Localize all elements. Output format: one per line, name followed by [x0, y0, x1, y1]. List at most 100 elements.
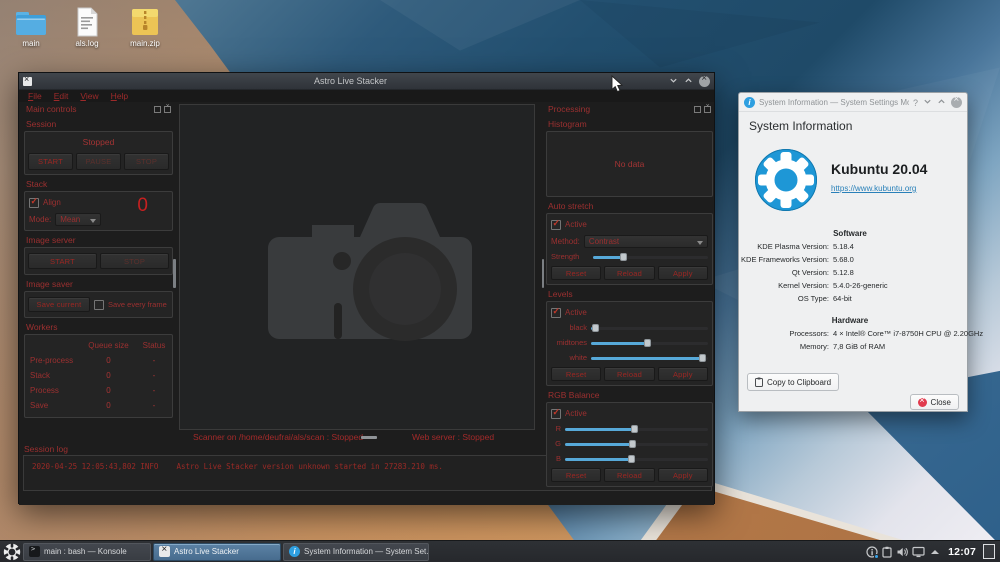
close-icon[interactable] — [699, 76, 710, 87]
info-value: 4 × Intel® Core™ i7-8750H CPU @ 2.20GHz — [833, 327, 983, 340]
mode-select[interactable]: Mean — [55, 213, 101, 226]
midtones-slider[interactable] — [591, 337, 708, 349]
apply-button[interactable]: Apply — [658, 266, 708, 280]
worker-row-queue: 0 — [79, 353, 138, 368]
rgb-balance-label: RGB Balance — [548, 390, 713, 400]
red-slider[interactable] — [565, 423, 708, 435]
maximize-icon[interactable] — [937, 93, 946, 111]
reload-button[interactable]: Reload — [604, 266, 654, 280]
server-stop-button[interactable]: STOP — [100, 253, 169, 269]
als-icon — [159, 546, 170, 557]
active-label: Active — [565, 308, 587, 317]
task-konsole[interactable]: main : bash — Konsole — [23, 543, 151, 561]
red-label: R — [551, 424, 561, 433]
slider-handle[interactable] — [699, 354, 706, 362]
updates-icon[interactable] — [866, 546, 878, 558]
menu-edit[interactable]: Edit — [49, 91, 74, 101]
sysinfo-titlebar[interactable]: System Information — System Settings Mod… — [739, 93, 967, 112]
clipboard-icon[interactable] — [882, 546, 892, 558]
auto-stretch-active-checkbox[interactable] — [551, 220, 561, 230]
save-every-frame-checkbox[interactable] — [94, 300, 104, 310]
als-window: Astro Live Stacker File Edit View Help M… — [18, 72, 715, 504]
distro-website-link[interactable]: https://www.kubuntu.org — [831, 184, 927, 193]
image-view — [179, 104, 535, 430]
green-label: G — [551, 439, 561, 448]
close-icon[interactable] — [951, 97, 962, 108]
save-current-button[interactable]: Save current — [28, 297, 90, 312]
method-select[interactable]: Contrast — [584, 235, 708, 248]
rgb-active-checkbox[interactable] — [551, 409, 561, 419]
session-log-label: Session log — [24, 444, 68, 454]
apply-button[interactable]: Apply — [658, 367, 708, 381]
active-label: Active — [565, 220, 587, 229]
desktop-icon-mainzip[interactable]: main.zip — [116, 7, 174, 48]
info-row: Processors:4 × Intel® Core™ i7-8750H CPU… — [739, 327, 961, 340]
levels-active-checkbox[interactable] — [551, 308, 561, 318]
icon-label: als.log — [58, 39, 116, 48]
task-astro-live-stacker[interactable]: Astro Live Stacker — [153, 543, 281, 561]
worker-row-queue: 0 — [79, 368, 138, 383]
slider-handle[interactable] — [592, 324, 599, 332]
tray-expander-icon[interactable] — [931, 550, 939, 554]
blue-slider[interactable] — [565, 453, 708, 465]
apply-button[interactable]: Apply — [658, 468, 708, 482]
button-label: Copy to Clipboard — [767, 378, 831, 387]
left-splitter-handle[interactable] — [173, 259, 176, 288]
menu-file[interactable]: File — [23, 91, 47, 101]
help-icon[interactable] — [913, 93, 918, 111]
show-desktop-button[interactable] — [983, 544, 995, 559]
white-label: white — [551, 353, 587, 362]
menu-view[interactable]: View — [75, 91, 103, 101]
clock[interactable]: 12:07 — [948, 546, 976, 558]
image-server-group: START STOP — [24, 247, 173, 275]
display-icon[interactable] — [912, 546, 925, 558]
worker-row-status: - — [138, 383, 170, 398]
desktop-icon-alslog[interactable]: als.log — [58, 7, 116, 48]
align-checkbox[interactable] — [29, 198, 39, 208]
black-slider[interactable] — [591, 322, 708, 334]
green-slider[interactable] — [565, 438, 708, 450]
dock-close-icon[interactable] — [704, 106, 711, 113]
reload-button[interactable]: Reload — [604, 468, 654, 482]
minimize-icon[interactable] — [923, 93, 932, 111]
server-start-button[interactable]: START — [28, 253, 97, 269]
app-launcher-icon[interactable] — [3, 543, 21, 561]
info-value: 64-bit — [833, 292, 961, 305]
dock-float-icon[interactable] — [694, 106, 701, 113]
reload-button[interactable]: Reload — [604, 367, 654, 381]
white-slider[interactable] — [591, 352, 708, 364]
rgb-balance-panel: Active R G — [546, 402, 713, 487]
desktop-icon-main[interactable]: main — [2, 7, 60, 48]
reset-button[interactable]: Reset — [551, 266, 601, 280]
stop-button[interactable]: STOP — [124, 153, 169, 170]
worker-row-status: - — [138, 398, 170, 413]
als-titlebar[interactable]: Astro Live Stacker — [19, 73, 714, 90]
slider-handle[interactable] — [628, 455, 635, 463]
midtones-label: midtones — [551, 338, 587, 347]
right-splitter-handle[interactable] — [542, 259, 545, 288]
copy-to-clipboard-button[interactable]: Copy to Clipboard — [747, 373, 839, 391]
task-system-information[interactable]: System Information — System Set... — [283, 543, 429, 561]
slider-handle[interactable] — [629, 440, 636, 448]
pause-button[interactable]: PAUSE — [76, 153, 121, 170]
dock-close-icon[interactable] — [164, 106, 171, 113]
minimize-icon[interactable] — [669, 72, 678, 90]
log-splitter-handle[interactable] — [361, 436, 377, 439]
maximize-icon[interactable] — [684, 72, 693, 90]
reset-button[interactable]: Reset — [551, 367, 601, 381]
strength-label: Strength — [551, 252, 589, 261]
close-button[interactable]: Close — [910, 394, 959, 410]
page-title: System Information — [749, 119, 967, 133]
slider-handle[interactable] — [631, 425, 638, 433]
main-controls-dock: Main controls Session Stopped START PAUS… — [24, 102, 173, 418]
menu-help[interactable]: Help — [106, 91, 133, 101]
notification-dot — [874, 554, 879, 559]
volume-icon[interactable] — [896, 546, 908, 558]
dock-float-icon[interactable] — [154, 106, 161, 113]
reset-button[interactable]: Reset — [551, 468, 601, 482]
start-button[interactable]: START — [28, 153, 73, 170]
slider-handle[interactable] — [620, 253, 627, 261]
strength-slider[interactable] — [593, 251, 708, 263]
worker-row-name: Save — [27, 398, 79, 413]
slider-handle[interactable] — [644, 339, 651, 347]
